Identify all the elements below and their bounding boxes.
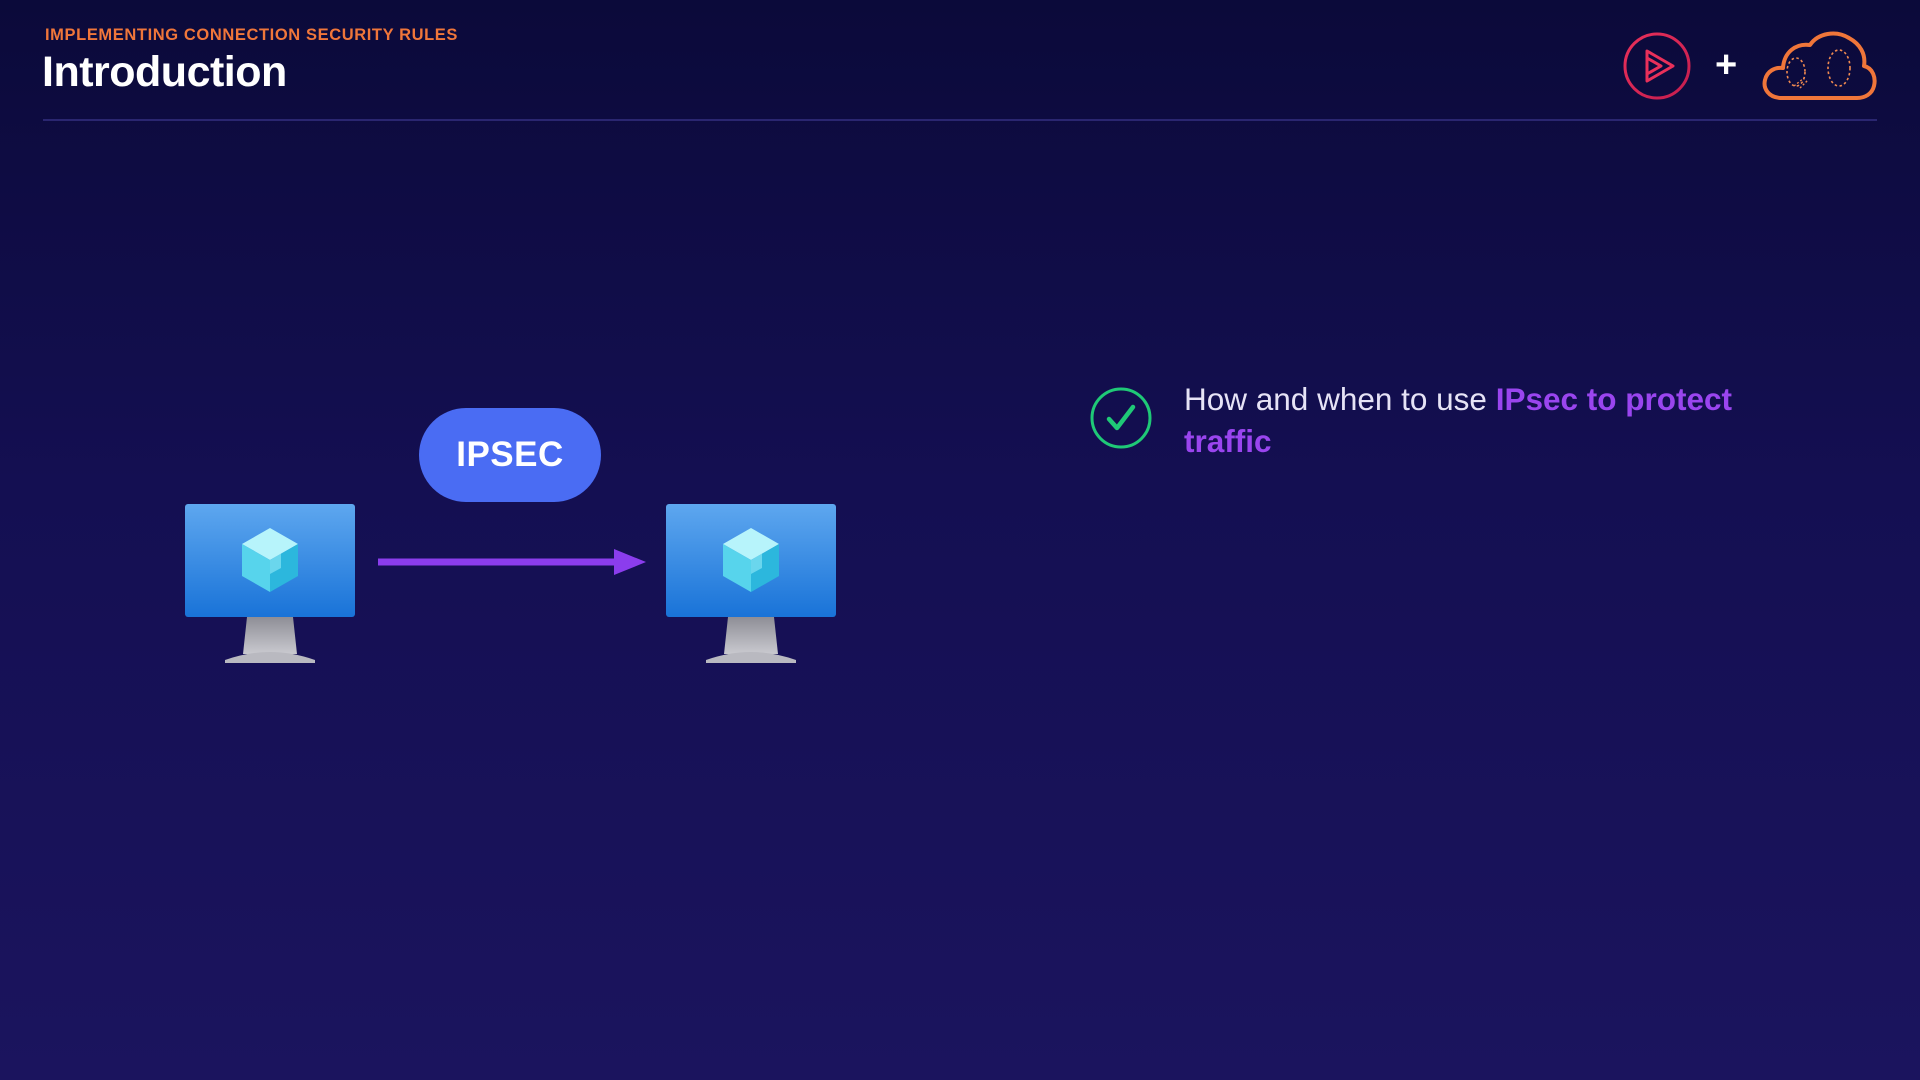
target-vm-icon: [666, 504, 836, 663]
checkmark-circle-icon: [1090, 387, 1152, 449]
header-divider: [43, 119, 1877, 121]
section-eyebrow: IMPLEMENTING CONNECTION SECURITY RULES: [45, 26, 459, 44]
play-logo-icon: [1623, 32, 1691, 100]
connection-arrow: [378, 549, 646, 575]
source-vm-icon: [185, 504, 355, 663]
ipsec-label-pill: IPSEC: [419, 408, 601, 502]
bullet-text: How and when to use: [1184, 381, 1496, 417]
plus-sign: +: [1715, 44, 1738, 86]
bullet-item: How and when to use IPsec to protect tra…: [1184, 378, 1744, 462]
cloud-logo-icon: [1762, 31, 1877, 100]
page-title: Introduction: [42, 48, 287, 96]
